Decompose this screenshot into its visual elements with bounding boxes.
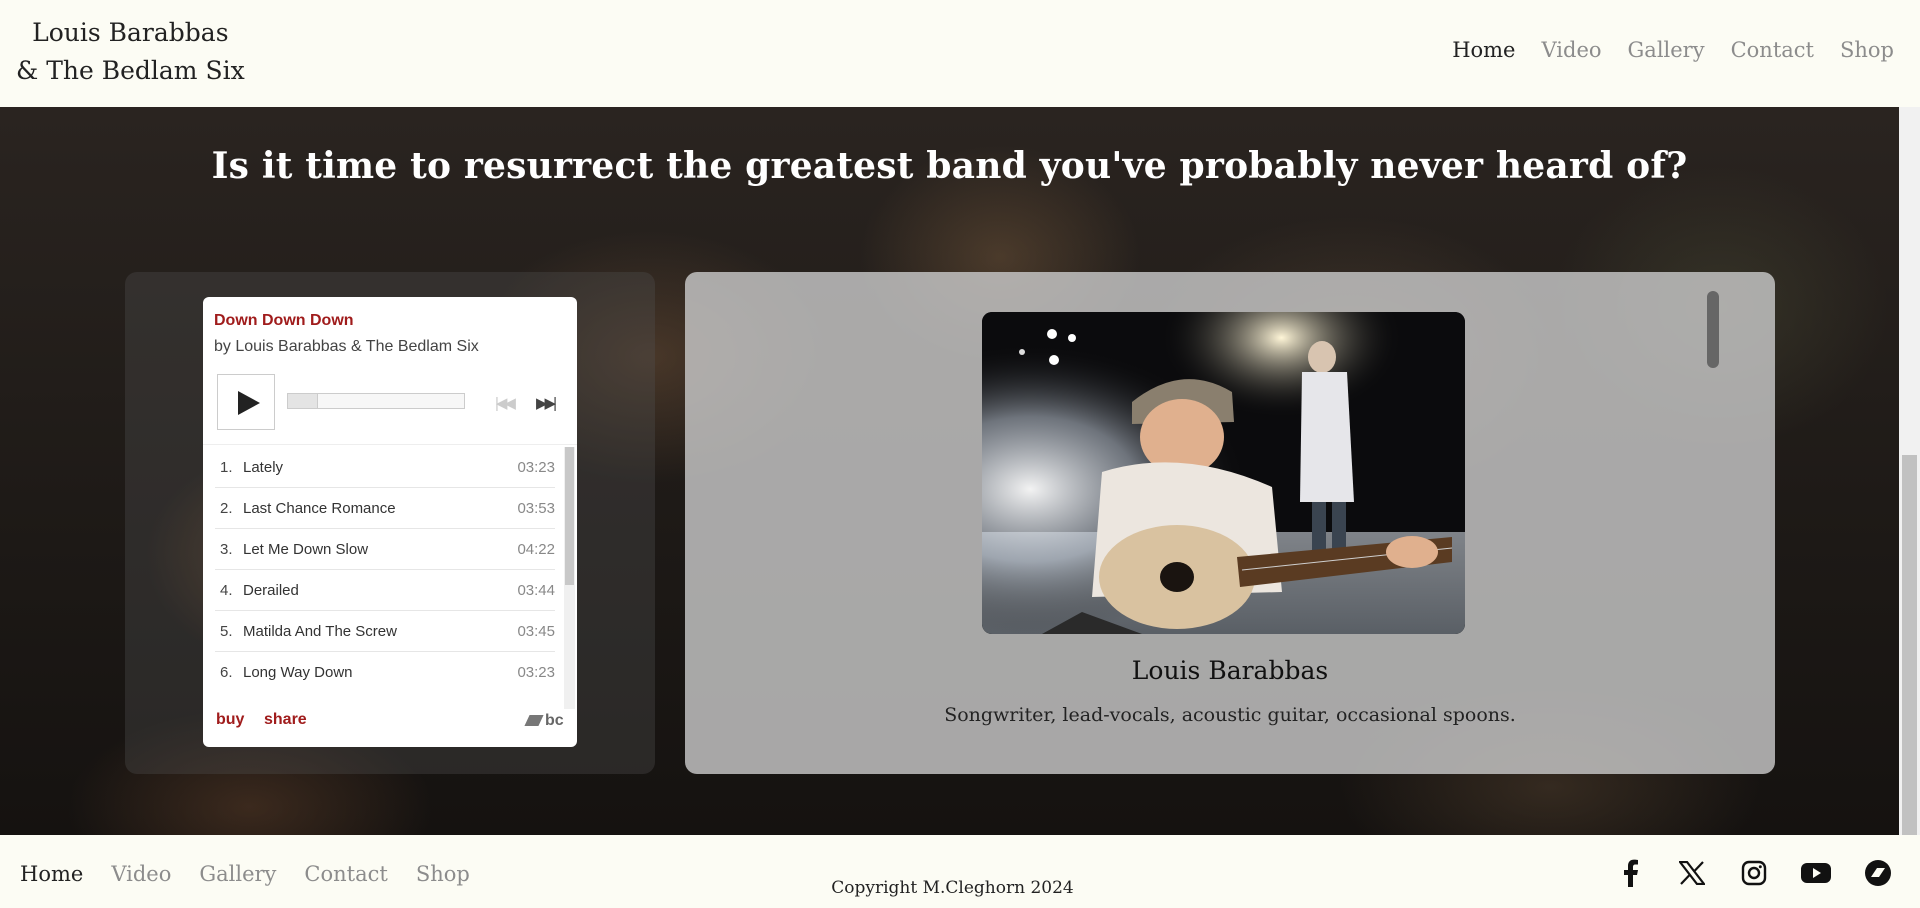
bandcamp-player: Down Down Down by Louis Barabbas & The B…: [203, 297, 577, 747]
progress-knob[interactable]: [288, 394, 318, 408]
nav-home[interactable]: Home: [1452, 38, 1515, 62]
instagram-icon[interactable]: [1736, 855, 1772, 891]
track-row[interactable]: 4. Derailed 03:44: [215, 570, 555, 611]
tracklist-scrollbar[interactable]: [564, 447, 575, 709]
track-duration: 03:45: [517, 622, 555, 640]
band-member-photo: [982, 312, 1465, 634]
play-icon[interactable]: [217, 374, 275, 430]
social-links: [1612, 855, 1896, 891]
track-number: 3.: [220, 540, 233, 558]
player-divider: [203, 444, 577, 445]
track-row[interactable]: 5. Matilda And The Screw 03:45: [215, 611, 555, 652]
brand-line-1: Louis Barabbas: [32, 18, 229, 47]
site-brand[interactable]: Louis Barabbas & The Bedlam Six: [16, 14, 245, 90]
tracklist-scroll-thumb[interactable]: [565, 447, 574, 585]
site-footer: Home Video Gallery Contact Shop Copyrigh…: [0, 835, 1920, 908]
track-row[interactable]: 1. Lately 03:23: [215, 447, 555, 488]
track-duration: 03:23: [517, 664, 555, 681]
nav-gallery[interactable]: Gallery: [1628, 38, 1705, 62]
bio-name: Louis Barabbas: [1131, 656, 1329, 685]
nav-video[interactable]: Video: [1542, 38, 1602, 62]
skip-next-icon[interactable]: ▶▶|: [536, 394, 557, 412]
album-artist[interactable]: by Louis Barabbas & The Bedlam Six: [214, 338, 479, 356]
track-number: 4.: [220, 581, 233, 599]
track-row[interactable]: 2. Last Chance Romance 03:53: [215, 488, 555, 529]
track-row[interactable]: 6. Long Way Down 03:23: [215, 652, 555, 693]
track-name: Long Way Down: [243, 664, 353, 681]
top-nav: Home Video Gallery Contact Shop: [1452, 38, 1894, 62]
skip-previous-icon[interactable]: |◀◀: [495, 394, 516, 412]
bandcamp-icon[interactable]: [1860, 855, 1896, 891]
nav-contact[interactable]: Contact: [1731, 38, 1814, 62]
bio-description: Songwriter, lead-vocals, acoustic guitar…: [944, 704, 1516, 726]
page-scrollbar-thumb[interactable]: [1902, 455, 1917, 835]
tracklist: 1. Lately 03:23 2. Last Chance Romance 0…: [215, 447, 555, 693]
track-number: 2.: [220, 499, 233, 517]
progress-bar[interactable]: [287, 393, 465, 409]
track-name: Last Chance Romance: [243, 499, 396, 517]
share-link[interactable]: share: [264, 711, 307, 729]
brand-line-2: & The Bedlam Six: [16, 56, 245, 85]
track-number: 6.: [220, 664, 233, 681]
track-duration: 03:53: [517, 499, 555, 517]
x-icon[interactable]: [1674, 855, 1710, 891]
track-duration: 04:22: [517, 540, 555, 558]
track-duration: 03:44: [517, 581, 555, 599]
track-name: Let Me Down Slow: [243, 540, 369, 558]
bio-scrollbar-thumb[interactable]: [1707, 291, 1719, 368]
track-row[interactable]: 3. Let Me Down Slow 04:22: [215, 529, 555, 570]
track-name: Matilda And The Screw: [243, 622, 397, 640]
track-name: Derailed: [243, 581, 299, 599]
album-title[interactable]: Down Down Down: [214, 312, 354, 330]
track-number: 5.: [220, 622, 233, 640]
buy-link[interactable]: buy: [216, 711, 244, 729]
youtube-icon[interactable]: [1798, 855, 1834, 891]
site-header: Louis Barabbas & The Bedlam Six Home Vid…: [0, 0, 1920, 107]
bandcamp-logo-text: bc: [545, 712, 564, 729]
track-number: 1.: [220, 458, 233, 476]
facebook-icon[interactable]: [1612, 855, 1648, 891]
hero-headline: Is it time to resurrect the greatest ban…: [211, 145, 1688, 187]
bandcamp-logo-icon[interactable]: bc: [524, 712, 564, 730]
photo-illustration: [982, 312, 1465, 634]
nav-shop[interactable]: Shop: [1840, 38, 1894, 62]
track-name: Lately: [243, 458, 284, 476]
track-duration: 03:23: [517, 458, 555, 476]
